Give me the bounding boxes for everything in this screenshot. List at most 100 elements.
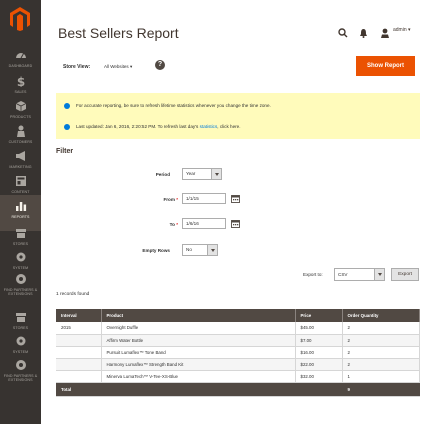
- empty-rows-label: Empty Rows: [142, 248, 170, 253]
- table-row: 2015 Overnight Duffle $45.00 2: [56, 322, 420, 335]
- store-icon: [15, 229, 26, 238]
- cell-qty: 2: [342, 334, 420, 347]
- sidebar-item-label: CUSTOMERS: [8, 140, 33, 144]
- cell-total-empty: [295, 382, 343, 397]
- sidebar-item-label: CONTENT: [11, 190, 30, 194]
- cell-qty: 1: [342, 370, 420, 383]
- table-row: Minerva LumaTech™ V-Tee-XS-Blue $32.00 1: [56, 370, 420, 383]
- gear-icon: [16, 336, 25, 346]
- cell-qty: 2: [342, 346, 420, 359]
- to-date-input[interactable]: 1/6/16: [182, 218, 226, 229]
- store-icon: [15, 313, 26, 322]
- export-format-select[interactable]: CSV: [334, 268, 385, 281]
- cell-total-label: Total: [56, 382, 102, 397]
- cell-price: $45.00: [295, 322, 343, 335]
- cell-product: Pursuit Lumaflex™ Tone Band: [101, 346, 296, 359]
- cell-price: $32.00: [295, 370, 343, 383]
- column-header-price[interactable]: Price: [295, 309, 343, 322]
- best-sellers-table: Interval Product Price Order Quantity 20…: [56, 309, 420, 397]
- table-row: Affirm Water Bottle $7.00 2: [56, 334, 420, 347]
- table-row: Harmony Lumaflex™ Strength Band Kit $22.…: [56, 358, 420, 371]
- message-block: For accurate reporting, be sure to refre…: [56, 93, 420, 139]
- empty-rows-value: No: [186, 247, 192, 252]
- dashboard-icon: [15, 53, 26, 59]
- sidebar-item-label: REPORTS: [11, 215, 30, 219]
- cell-total-empty: [101, 382, 296, 397]
- column-header-product[interactable]: Product: [101, 309, 296, 322]
- sidebar-item-label: DASHBOARD: [8, 64, 33, 68]
- period-label: Period: [155, 172, 170, 177]
- column-header-order-quantity[interactable]: Order Quantity: [342, 309, 420, 322]
- sidebar-item-label: PRODUCTS: [10, 115, 31, 119]
- svg-text:$: $: [16, 75, 24, 87]
- sidebar-item-label: MARKETING: [9, 165, 32, 169]
- layout-icon: [15, 176, 26, 186]
- bell-icon[interactable]: [359, 27, 368, 39]
- megaphone-icon: [15, 151, 25, 161]
- table-header-row: Interval Product Price Order Quantity: [56, 309, 420, 322]
- partners-icon: [15, 360, 26, 370]
- magento-logo[interactable]: [8, 6, 32, 32]
- chevron-down-icon: [374, 269, 384, 280]
- sidebar-item-partners[interactable]: FIND PARTNERS & EXTENSIONS: [0, 354, 41, 390]
- user-icon[interactable]: [380, 27, 390, 39]
- from-date-value: 1/1/15: [186, 196, 199, 201]
- cell-product: Minerva LumaTech™ V-Tee-XS-Blue: [101, 370, 296, 383]
- filter-title: Filter: [56, 148, 74, 155]
- message-timezone: For accurate reporting, be sure to refre…: [64, 103, 271, 109]
- export-button[interactable]: Export: [391, 268, 419, 281]
- info-icon: [64, 103, 70, 109]
- cell-interval: [56, 334, 102, 347]
- person-icon: [16, 125, 25, 137]
- partners-icon: [15, 274, 26, 284]
- sidebar-item-label: FIND PARTNERS & EXTENSIONS: [3, 288, 38, 297]
- cell-product: Overnight Duffle: [101, 322, 296, 335]
- gear-icon: [16, 252, 25, 262]
- from-date-input[interactable]: 1/1/15: [182, 193, 226, 204]
- message-last-updated: Last updated: Jan 6, 2016, 2:20:52 PM. T…: [64, 124, 241, 130]
- cell-interval: 2015: [56, 322, 102, 335]
- cell-price: $22.00: [295, 358, 343, 371]
- cell-product: Harmony Lumaflex™ Strength Band Kit: [101, 358, 296, 371]
- admin-sidebar: DASHBOARD $ SALES PRODUCTS CUSTOMERS MAR…: [0, 0, 41, 424]
- show-report-button[interactable]: Show Report: [356, 56, 415, 76]
- page-title: Best Sellers Report: [58, 25, 179, 41]
- store-view-value: All Websites: [104, 64, 129, 69]
- store-view-label: Store View:: [63, 64, 91, 70]
- chevron-down-icon: [211, 169, 221, 179]
- cell-qty: 2: [342, 322, 420, 335]
- table-row: Pursuit Lumaflex™ Tone Band $16.00 2: [56, 346, 420, 359]
- sidebar-item-label: SALES: [14, 90, 27, 94]
- empty-rows-select[interactable]: No: [182, 244, 218, 256]
- help-icon[interactable]: ?: [155, 60, 165, 70]
- cell-interval: [56, 358, 102, 371]
- admin-username: admin: [393, 27, 407, 33]
- column-header-interval[interactable]: Interval: [56, 309, 102, 322]
- info-icon: [64, 124, 70, 130]
- period-value: Year: [186, 171, 196, 176]
- calendar-icon[interactable]: [231, 219, 240, 228]
- period-select[interactable]: Year: [182, 168, 222, 180]
- cell-total-qty: 9: [342, 382, 420, 397]
- cube-icon: [15, 101, 26, 112]
- table-total-row: Total 9: [56, 382, 420, 397]
- cell-qty: 2: [342, 358, 420, 371]
- message-tail: , click here.: [217, 124, 241, 130]
- chevron-down-icon: [207, 245, 217, 255]
- cell-interval: [56, 346, 102, 359]
- sidebar-item-label: FIND PARTNERS & EXTENSIONS: [3, 374, 38, 383]
- admin-user-menu[interactable]: admin ▾: [393, 27, 411, 33]
- calendar-icon[interactable]: [231, 194, 240, 203]
- message-text: For accurate reporting, be sure to refre…: [76, 103, 271, 109]
- to-label-text: To: [169, 222, 175, 227]
- search-icon[interactable]: [338, 27, 348, 39]
- to-label: To *: [169, 222, 178, 227]
- from-label: From *: [163, 197, 178, 202]
- statistics-link[interactable]: statistics: [200, 124, 218, 129]
- cell-product: Affirm Water Bottle: [101, 334, 296, 347]
- sidebar-item-partners[interactable]: FIND PARTNERS & EXTENSIONS: [0, 268, 41, 304]
- bar-chart-icon: [15, 202, 26, 211]
- store-view-switcher[interactable]: All Websites ▾: [104, 64, 132, 70]
- message-text: Last updated: Jan 6, 2016, 2:20:52 PM. T…: [76, 124, 199, 130]
- records-found: 1 records found: [56, 292, 90, 297]
